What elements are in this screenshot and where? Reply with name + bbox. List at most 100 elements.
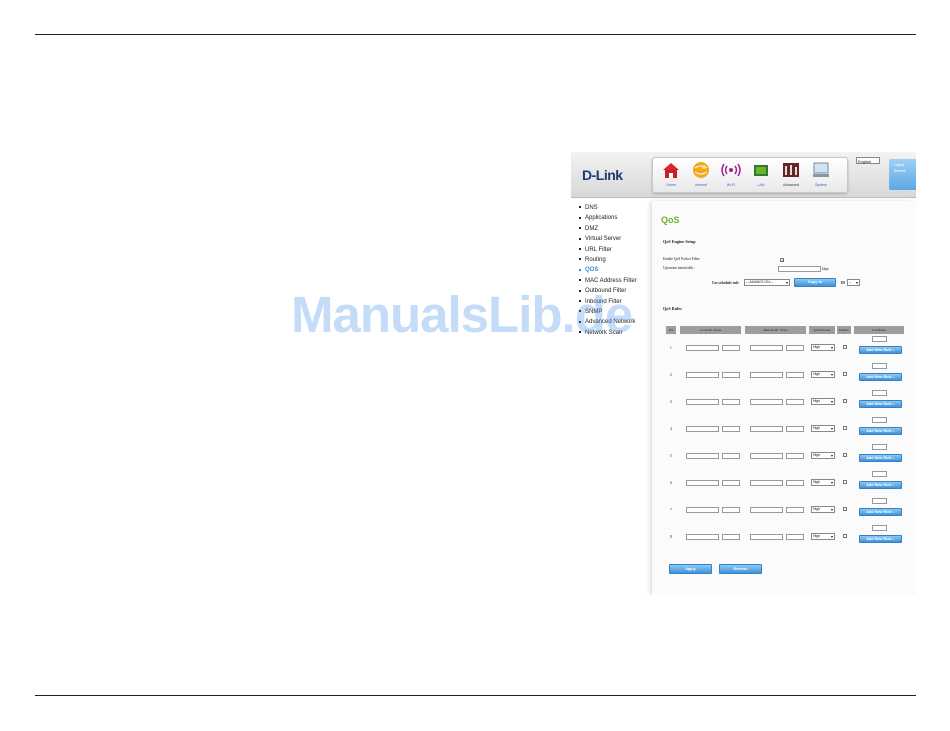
sidebar-item-url-filter[interactable]: URL Filter [579, 247, 649, 257]
use-rule-input[interactable] [872, 498, 887, 504]
priority-select[interactable]: High [811, 398, 835, 405]
local-ip-input[interactable] [686, 399, 719, 405]
nav-system[interactable]: System [806, 158, 836, 192]
refresh-link[interactable]: Refresh [889, 167, 916, 173]
upstream-input[interactable] [778, 266, 821, 272]
rule-row-id: 6 [670, 481, 672, 485]
sidebar-item-routing[interactable]: Routing [579, 257, 649, 267]
local-port-input[interactable] [722, 372, 740, 378]
add-new-rule-button[interactable]: Add New Rule... [859, 427, 902, 435]
remote-port-input[interactable] [786, 453, 804, 459]
sidebar-item-applications[interactable]: Applications [579, 215, 649, 225]
use-rule-input[interactable] [872, 417, 887, 423]
use-rule-input[interactable] [872, 390, 887, 396]
lan-icon [754, 165, 768, 176]
account-panel: Logout Refresh [889, 159, 916, 190]
remote-ip-input[interactable] [750, 480, 783, 486]
local-ip-input[interactable] [686, 534, 719, 540]
local-ip-input[interactable] [686, 372, 719, 378]
remote-port-input[interactable] [786, 507, 804, 513]
priority-select[interactable]: High [811, 371, 835, 378]
local-port-input[interactable] [722, 453, 740, 459]
local-port-input[interactable] [722, 534, 740, 540]
priority-select[interactable]: High [811, 506, 835, 513]
page-title: QoS [661, 215, 680, 225]
local-ip-input[interactable] [686, 345, 719, 351]
remote-ip-input[interactable] [750, 345, 783, 351]
top-bar: D-Link Home Internet Wi-Fi LAN Advanced [571, 152, 916, 198]
use-rule-input[interactable] [872, 471, 887, 477]
copy-to-button[interactable]: Copy to [794, 278, 836, 287]
priority-select[interactable]: High [811, 533, 835, 540]
logout-link[interactable]: Logout [889, 159, 916, 167]
remote-port-input[interactable] [786, 426, 804, 432]
use-rule-input[interactable] [872, 363, 887, 369]
enable-rule-checkbox[interactable] [843, 399, 847, 403]
remote-ip-input[interactable] [750, 399, 783, 405]
local-ip-input[interactable] [686, 453, 719, 459]
enable-rule-checkbox[interactable] [843, 480, 847, 484]
add-new-rule-button[interactable]: Add New Rule... [859, 373, 902, 381]
local-ip-input[interactable] [686, 426, 719, 432]
use-rule-input[interactable] [872, 336, 887, 342]
use-rule-input[interactable] [872, 525, 887, 531]
column-id: ID [666, 326, 676, 334]
engine-section-heading: QoS Engine Setup [663, 239, 696, 244]
watermark: ManualsLib.de [291, 286, 633, 343]
remote-port-input[interactable] [786, 399, 804, 405]
priority-select[interactable]: High [811, 425, 835, 432]
rule-row-id: 1 [670, 346, 672, 350]
wifi-icon [721, 163, 741, 177]
local-ip-input[interactable] [686, 507, 719, 513]
enable-rule-checkbox[interactable] [843, 372, 847, 376]
nav-system-label: System [815, 183, 827, 187]
language-select[interactable]: English [856, 157, 880, 164]
remote-port-input[interactable] [786, 372, 804, 378]
schedule-select[interactable]: ---ALWAYS ON--- [744, 279, 790, 286]
local-ip-input[interactable] [686, 480, 719, 486]
rule-row-id: 3 [670, 400, 672, 404]
local-port-input[interactable] [722, 345, 740, 351]
remote-port-input[interactable] [786, 345, 804, 351]
use-rule-input[interactable] [872, 444, 887, 450]
priority-select[interactable]: High [811, 452, 835, 459]
add-new-rule-button[interactable]: Add New Rule... [859, 346, 902, 354]
remote-ip-input[interactable] [750, 426, 783, 432]
local-port-input[interactable] [722, 507, 740, 513]
add-new-rule-button[interactable]: Add New Rule... [859, 535, 902, 543]
sidebar-item-virtual-server[interactable]: Virtual Server [579, 236, 649, 246]
remote-ip-input[interactable] [750, 534, 783, 540]
priority-select[interactable]: High [811, 479, 835, 486]
local-port-input[interactable] [722, 480, 740, 486]
enable-rule-checkbox[interactable] [843, 534, 847, 538]
rule-row-id: 5 [670, 454, 672, 458]
sidebar-item-dns[interactable]: DNS [579, 205, 649, 215]
add-new-rule-button[interactable]: Add New Rule... [859, 508, 902, 516]
router-screenshot: D-Link Home Internet Wi-Fi LAN Advanced [571, 152, 916, 595]
enable-rule-checkbox[interactable] [843, 453, 847, 457]
remote-port-input[interactable] [786, 534, 804, 540]
rule-row-id: 4 [670, 427, 672, 431]
priority-select[interactable]: High [811, 344, 835, 351]
remote-ip-input[interactable] [750, 453, 783, 459]
sidebar-item-qos[interactable]: QOS [579, 267, 649, 277]
id-select[interactable]: -- [847, 279, 860, 286]
remote-ip-input[interactable] [750, 372, 783, 378]
enable-rule-checkbox[interactable] [843, 345, 847, 349]
sidebar-item-dmz[interactable]: DMZ [579, 226, 649, 236]
enable-checkbox[interactable]: ✓ [780, 258, 784, 263]
dlink-logo: D-Link [582, 167, 623, 183]
apply-button[interactable]: Apply [669, 564, 712, 574]
remote-ip-input[interactable] [750, 507, 783, 513]
add-new-rule-button[interactable]: Add New Rule... [859, 400, 902, 408]
add-new-rule-button[interactable]: Add New Rule... [859, 454, 902, 462]
rule-row-id: 7 [670, 508, 672, 512]
upstream-label: Upstream bandwidth : [663, 266, 695, 270]
local-port-input[interactable] [722, 399, 740, 405]
enable-rule-checkbox[interactable] [843, 507, 847, 511]
local-port-input[interactable] [722, 426, 740, 432]
enable-rule-checkbox[interactable] [843, 426, 847, 430]
add-new-rule-button[interactable]: Add New Rule... [859, 481, 902, 489]
refresh-button[interactable]: Refresh [719, 564, 762, 574]
remote-port-input[interactable] [786, 480, 804, 486]
